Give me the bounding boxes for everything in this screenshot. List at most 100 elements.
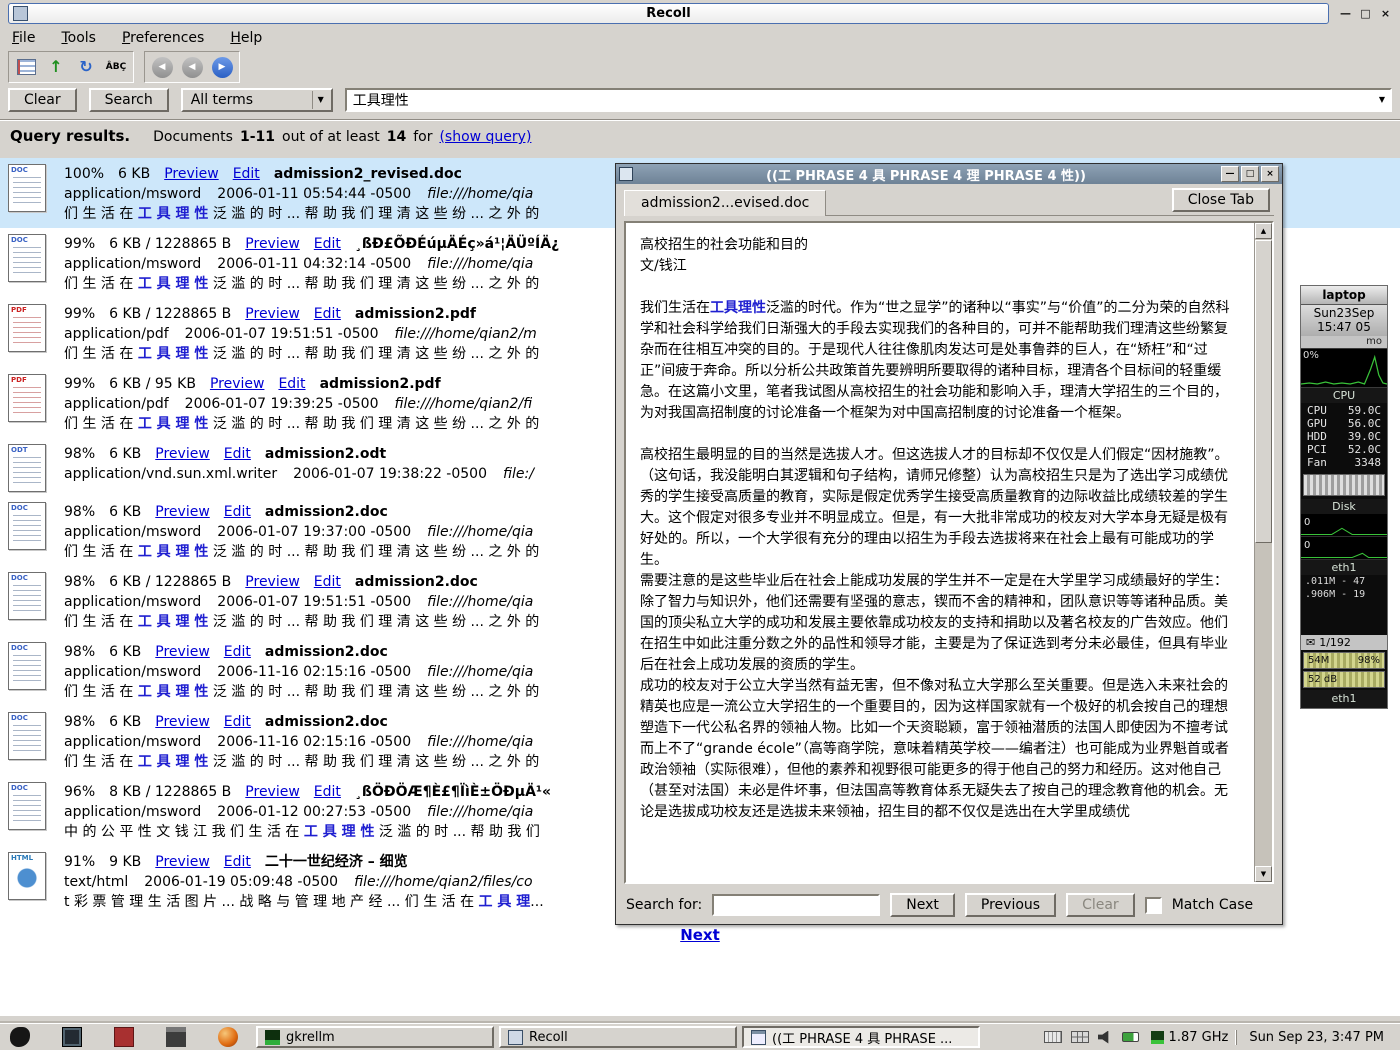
preview-link[interactable]: Preview: [155, 644, 210, 660]
find-next-button[interactable]: Next: [890, 893, 955, 917]
menu-tools[interactable]: Tools: [61, 30, 96, 46]
disk-write-chart[interactable]: 0: [1301, 537, 1387, 560]
volume-icon[interactable]: [1098, 1031, 1113, 1044]
result-date: 2006-01-19 05:09:48 -0500: [144, 874, 338, 890]
edit-link[interactable]: Edit: [314, 306, 341, 322]
taskbar-button-preview[interactable]: ((工 PHRASE 4 具 PHRASE ...: [742, 1026, 980, 1048]
preview-search-input[interactable]: [712, 894, 880, 916]
edit-link[interactable]: Edit: [224, 446, 251, 462]
edit-link[interactable]: Edit: [224, 644, 251, 660]
edit-link[interactable]: Edit: [224, 854, 251, 870]
history-button[interactable]: ↻: [73, 54, 99, 80]
show-query-link[interactable]: (show query): [439, 129, 531, 145]
edit-link[interactable]: Edit: [233, 166, 260, 182]
match-case-checkbox[interactable]: [1145, 897, 1162, 914]
menu-bar: File Tools Preferences Help: [0, 24, 1400, 50]
keyboard-icon[interactable]: [1044, 1031, 1062, 1043]
preview-close-icon[interactable]: ×: [1261, 166, 1279, 182]
first-page-button[interactable]: ◀: [149, 54, 175, 80]
result-icon-wrap: PDF: [8, 304, 64, 364]
pager-icon[interactable]: [1071, 1031, 1089, 1043]
gkrellm-hostname[interactable]: laptop: [1301, 286, 1387, 305]
cpu-chart[interactable]: 0%: [1301, 348, 1387, 388]
search-button[interactable]: Search: [89, 88, 169, 112]
paw-icon[interactable]: [10, 1027, 30, 1047]
preview-link[interactable]: Preview: [245, 236, 300, 252]
result-icon-wrap: PDF: [8, 374, 64, 434]
edit-link[interactable]: Edit: [314, 236, 341, 252]
next-page-button[interactable]: ▶: [209, 54, 235, 80]
result-filename: admission2.doc: [265, 644, 388, 660]
file-type-label: HTML: [9, 853, 45, 863]
term-explorer-button[interactable]: ÂBÇ: [103, 54, 129, 80]
mail-monitor[interactable]: ✉ 1/192: [1301, 635, 1387, 650]
preview-link[interactable]: Preview: [210, 376, 265, 392]
title-bar[interactable]: Recoll: [8, 3, 1329, 24]
preview-link[interactable]: Preview: [245, 306, 300, 322]
search-input[interactable]: [347, 92, 1374, 108]
next-page-link[interactable]: Next: [680, 926, 720, 944]
file-icon-lines: [13, 795, 41, 821]
clear-button[interactable]: Clear: [8, 88, 77, 112]
preview-link[interactable]: Preview: [155, 504, 210, 520]
result-mime: application/msword: [64, 594, 201, 610]
search-mode-select[interactable]: All terms ▼: [181, 88, 333, 112]
disk-read-chart[interactable]: 0: [1301, 514, 1387, 537]
taskbar-button-gkrellm[interactable]: gkrellm: [256, 1026, 494, 1048]
preview-minimize-icon[interactable]: —: [1221, 166, 1239, 182]
taskbar-button-recoll[interactable]: Recoll: [499, 1026, 737, 1048]
preview-window-icon: [751, 1030, 766, 1045]
scroll-thumb[interactable]: [1255, 240, 1272, 543]
scroll-up-icon[interactable]: ▲: [1255, 223, 1272, 239]
edit-link[interactable]: Edit: [224, 504, 251, 520]
preview-link[interactable]: Preview: [155, 446, 210, 462]
memory-bar[interactable]: 54M 98%: [1303, 652, 1385, 669]
battery-icon[interactable]: [1122, 1032, 1139, 1042]
toolbar-group-main: ↑ ↻ ÂBÇ: [8, 51, 134, 83]
result-icon-wrap: DOC: [8, 782, 64, 842]
edit-link[interactable]: Edit: [224, 714, 251, 730]
close-icon[interactable]: ×: [1377, 6, 1394, 21]
preview-link[interactable]: Preview: [164, 166, 219, 182]
file-icon-lines: [13, 515, 41, 541]
edit-link[interactable]: Edit: [278, 376, 305, 392]
edit-link[interactable]: Edit: [314, 574, 341, 590]
menu-file[interactable]: File: [12, 30, 35, 46]
taskbar: gkrellmRecoll((工 PHRASE 4 具 PHRASE ... 1…: [0, 1023, 1400, 1050]
result-size: 8 KB / 1228865 B: [109, 784, 231, 800]
printer-launcher-icon[interactable]: [166, 1027, 186, 1047]
disk-read-value: 0: [1304, 517, 1310, 528]
terminal-launcher-icon[interactable]: [62, 1027, 82, 1047]
firefox-icon[interactable]: [218, 1027, 238, 1047]
close-tab-button[interactable]: Close Tab: [1172, 188, 1270, 212]
gkrellm-krell-slider[interactable]: [1303, 474, 1385, 496]
doc-table-button[interactable]: [13, 54, 39, 80]
history-dropdown-icon[interactable]: ▼: [1374, 90, 1390, 110]
sort-button[interactable]: ↑: [43, 54, 69, 80]
media-launcher-icon[interactable]: [114, 1027, 134, 1047]
preview-link[interactable]: Preview: [245, 574, 300, 590]
preview-text[interactable]: 高校招生的社会功能和目的文/钱江我们生活在工具理性泛滥的时代。作为“世之显学”的…: [626, 223, 1254, 882]
preview-link[interactable]: Preview: [245, 784, 300, 800]
preview-tab[interactable]: admission2...evised.doc: [624, 190, 826, 216]
prev-page-button[interactable]: ◀: [179, 54, 205, 80]
scroll-down-icon[interactable]: ▼: [1255, 866, 1272, 882]
prev-page-icon: ◀: [182, 57, 203, 78]
preview-maximize-icon[interactable]: □: [1241, 166, 1259, 182]
menu-preferences[interactable]: Preferences: [122, 30, 204, 46]
preview-link[interactable]: Preview: [155, 854, 210, 870]
volume-bar[interactable]: 52 dB: [1303, 671, 1385, 688]
file-icon-lines: [13, 585, 41, 611]
preview-link[interactable]: Preview: [155, 714, 210, 730]
maximize-icon[interactable]: □: [1357, 6, 1374, 21]
menu-help[interactable]: Help: [230, 30, 262, 46]
preview-window-title: ((工 PHRASE 4 具 PHRASE 4 理 PHRASE 4 性)): [633, 165, 1219, 184]
edit-link[interactable]: Edit: [314, 784, 341, 800]
window-menu-icon[interactable]: [13, 6, 28, 21]
mail-count: 1/192: [1319, 636, 1351, 649]
disk-write-value: 0: [1304, 540, 1310, 551]
preview-title-bar[interactable]: ((工 PHRASE 4 具 PHRASE 4 理 PHRASE 4 性)) —…: [616, 164, 1282, 184]
minimize-icon[interactable]: —: [1337, 6, 1354, 21]
find-previous-button[interactable]: Previous: [965, 893, 1056, 917]
preview-paragraph: [640, 424, 1240, 445]
